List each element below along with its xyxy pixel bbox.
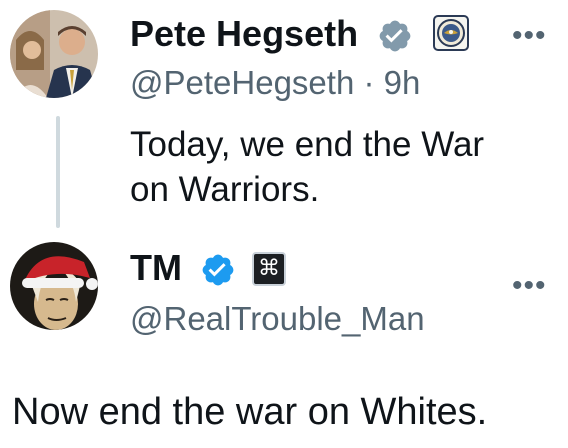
separator-dot: ·: [363, 64, 375, 101]
reply-text: Now end the war on Whites.: [12, 391, 488, 433]
avatar-photo: [10, 10, 98, 98]
author-handle[interactable]: @PeteHegseth: [130, 64, 354, 101]
avatar-pete-hegseth[interactable]: [10, 10, 98, 98]
command-key-glyph: ⌘: [258, 256, 280, 281]
avatar-illustration: [10, 242, 98, 330]
command-key-icon[interactable]: ⌘: [252, 252, 286, 286]
verified-badge-icon: [379, 20, 411, 52]
reply-author-handle[interactable]: @RealTrouble_Man: [130, 300, 425, 338]
avatar-tm[interactable]: [10, 242, 98, 330]
reply-author-name[interactable]: TM: [130, 248, 182, 288]
post-time[interactable]: 9h: [384, 64, 421, 101]
post-text-line: Today, we end the War: [130, 125, 485, 164]
department-seal-icon[interactable]: [433, 15, 469, 51]
thread-connector-line: [56, 116, 60, 228]
more-options-button[interactable]: •••: [512, 21, 547, 51]
author-name[interactable]: Pete Hegseth: [130, 14, 358, 54]
post-text: Today, we end the War on Warriors.: [130, 122, 484, 212]
post-text-line: on Warriors.: [130, 170, 320, 209]
reply-more-options-button[interactable]: •••: [512, 271, 547, 301]
author-handle-row: @PeteHegseth · 9h: [130, 64, 420, 102]
verified-badge-icon: [202, 254, 234, 286]
